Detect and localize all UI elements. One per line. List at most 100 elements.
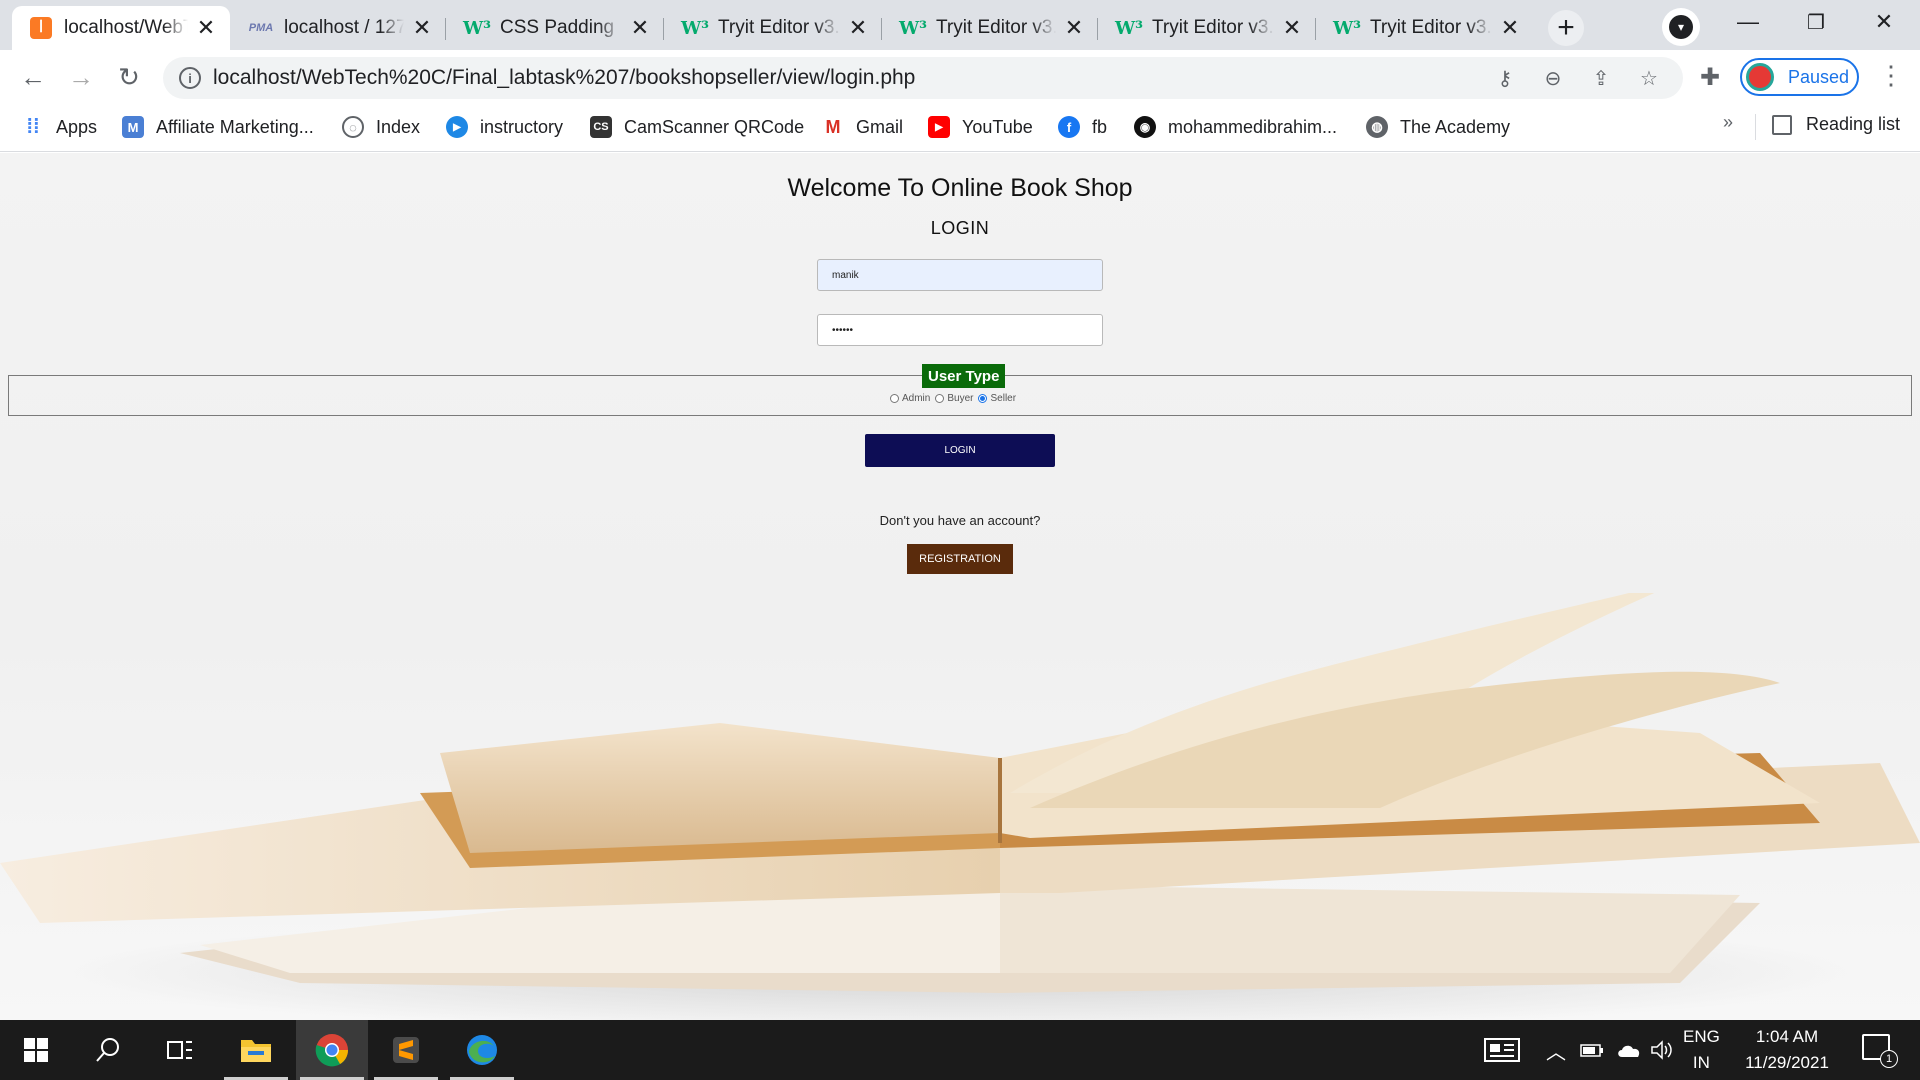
page-title: Welcome To Online Book Shop — [787, 174, 1133, 202]
bookmark-gmail[interactable]: M Gmail — [822, 114, 904, 140]
battery-icon[interactable] — [1580, 1020, 1604, 1080]
profile-button[interactable]: Paused — [1740, 58, 1859, 96]
registration-button[interactable]: REGISTRATION — [907, 544, 1013, 574]
share-icon[interactable]: ⇪ — [1589, 66, 1613, 90]
minimize-button[interactable]: — — [1716, 0, 1780, 44]
search-button[interactable] — [72, 1020, 144, 1080]
close-tab-icon[interactable]: ✕ — [196, 15, 216, 41]
taskbar-edge[interactable] — [446, 1020, 518, 1080]
tab-search-button[interactable]: ▾ — [1662, 8, 1700, 46]
radio-admin[interactable] — [890, 394, 899, 403]
tab-strip: ꟾ localhost/WebTech ✕ PMA localhost / 12… — [0, 0, 1920, 50]
bookmark-youtube[interactable]: ▶ YouTube — [928, 114, 1033, 140]
language-indicator[interactable]: ENG IN — [1683, 1024, 1720, 1076]
new-tab-button[interactable]: + — [1548, 10, 1584, 46]
browser-toolbar: ← → ↻ i localhost/WebTech%20C/Final_labt… — [0, 50, 1920, 104]
apps-grid-icon: ⁞⁞ — [26, 115, 40, 138]
cs-icon: CS — [590, 116, 612, 138]
close-window-button[interactable]: ✕ — [1852, 0, 1916, 44]
youtube-icon: ▶ — [928, 116, 950, 138]
bookmark-github[interactable]: ◉ mohammedibrahim... — [1134, 114, 1337, 140]
edge-icon — [467, 1035, 497, 1065]
user-type-legend: User Type — [922, 364, 1006, 388]
radio-seller-label: Seller — [990, 393, 1017, 404]
bookmark-apps[interactable]: ⁞⁞ Apps — [22, 114, 97, 140]
folder-icon — [241, 1040, 271, 1062]
page-content: Welcome To Online Book Shop LOGIN manik … — [0, 153, 1920, 1020]
m-icon: M — [122, 116, 144, 138]
volume-icon[interactable] — [1650, 1020, 1674, 1080]
restore-button[interactable]: ❐ — [1784, 0, 1848, 44]
w3schools-icon: W³ — [1114, 17, 1144, 39]
github-icon: ◉ — [1134, 116, 1156, 138]
chevron-down-icon: ▾ — [1669, 15, 1693, 39]
clock[interactable]: 1:04 AM 11/29/2021 — [1735, 1024, 1839, 1076]
bookmark-camscanner[interactable]: CS CamScanner QRCode — [590, 114, 804, 140]
close-tab-icon[interactable]: ✕ — [412, 15, 432, 41]
xampp-icon: ꟾ — [30, 17, 52, 39]
tab-localhost-webtech[interactable]: ꟾ localhost/WebTech ✕ — [12, 6, 230, 50]
close-tab-icon[interactable]: ✕ — [848, 15, 868, 41]
avatar — [1746, 63, 1774, 91]
radio-seller[interactable] — [978, 394, 988, 403]
phpmyadmin-icon: PMA — [248, 22, 274, 34]
close-tab-icon[interactable]: ✕ — [1282, 15, 1302, 41]
start-button[interactable] — [0, 1020, 72, 1080]
reading-list-button[interactable]: Reading list — [1772, 114, 1900, 135]
notification-count-badge: 1 — [1880, 1050, 1898, 1068]
chrome-menu-icon[interactable]: ⋮ — [1878, 60, 1904, 91]
taskbar-file-explorer[interactable] — [220, 1020, 292, 1080]
password-field[interactable]: •••••• — [817, 314, 1103, 346]
task-view-button[interactable] — [144, 1020, 216, 1080]
onedrive-cloud-icon[interactable] — [1616, 1020, 1642, 1080]
w3schools-icon: W³ — [462, 17, 492, 39]
w3schools-icon: W³ — [898, 17, 928, 39]
bookmarks-overflow-button[interactable]: » — [1723, 112, 1733, 133]
bookmark-index[interactable]: ◌ Index — [342, 114, 420, 140]
tab-tryit-3[interactable]: W³ Tryit Editor v3.7 ✕ — [1100, 6, 1316, 50]
tab-tryit-2[interactable]: W³ Tryit Editor v3.7 ✕ — [884, 6, 1098, 50]
tab-tryit-1[interactable]: W³ Tryit Editor v3.7 ✕ — [666, 6, 882, 50]
sublime-text-icon — [393, 1037, 419, 1063]
extensions-puzzle-icon[interactable]: ✚ — [1700, 63, 1720, 92]
open-books-background-image — [0, 593, 1920, 1020]
taskbar-chrome[interactable] — [296, 1020, 368, 1080]
close-tab-icon[interactable]: ✕ — [630, 15, 650, 41]
key-icon[interactable]: ⚷ — [1493, 66, 1517, 90]
radio-admin-label: Admin — [902, 393, 931, 404]
site-info-icon[interactable]: i — [179, 67, 201, 89]
user-type-radio-group: Admin Buyer Seller — [888, 393, 1019, 404]
news-widget-icon[interactable] — [1484, 1020, 1520, 1080]
tab-phpmyadmin[interactable]: PMA localhost / 127.0.0.1 ✕ — [232, 6, 446, 50]
windows-taskbar: ︿ ENG IN 1:04 AM 11/29/2021 1 — [0, 1020, 1920, 1080]
zoom-icon[interactable]: ⊖ — [1541, 66, 1565, 90]
back-button[interactable]: ← — [18, 62, 48, 92]
username-field[interactable]: manik — [817, 259, 1103, 291]
bookmark-affiliate[interactable]: M Affiliate Marketing... — [122, 114, 314, 140]
bookmark-instructory[interactable]: ▶ instructory — [446, 114, 563, 140]
close-tab-icon[interactable]: ✕ — [1064, 15, 1084, 41]
play-icon: ▶ — [446, 116, 468, 138]
bookmark-fb[interactable]: f fb — [1058, 114, 1107, 140]
chevron-up-icon[interactable]: ︿ — [1546, 1020, 1566, 1080]
bookmarks-bar: ⁞⁞ Apps M Affiliate Marketing... ◌ Index… — [0, 104, 1920, 152]
bookmark-star-icon[interactable]: ☆ — [1637, 66, 1661, 90]
address-bar[interactable]: i localhost/WebTech%20C/Final_labtask%20… — [163, 57, 1683, 99]
tab-tryit-4[interactable]: W³ Tryit Editor v3.7 ✕ — [1318, 6, 1534, 50]
chrome-icon — [315, 1034, 349, 1067]
taskbar-sublime-text[interactable] — [370, 1020, 442, 1080]
windows-logo-icon — [24, 1038, 48, 1062]
tab-css-padding[interactable]: W³ CSS Padding ✕ — [448, 6, 664, 50]
reload-button[interactable]: ↻ — [114, 62, 144, 92]
forward-button[interactable]: → — [66, 62, 96, 92]
close-tab-icon[interactable]: ✕ — [1500, 15, 1520, 41]
task-view-icon — [167, 1041, 192, 1059]
search-icon — [96, 1038, 119, 1062]
radio-buyer-label: Buyer — [947, 393, 974, 404]
radio-buyer[interactable] — [935, 394, 945, 403]
notifications-icon[interactable]: 1 — [1862, 1034, 1898, 1068]
bookmark-academy[interactable]: ◍ The Academy — [1366, 114, 1510, 140]
login-button[interactable]: LOGIN — [865, 434, 1055, 467]
no-account-text: Don't you have an account? — [879, 513, 1041, 528]
facebook-icon: f — [1058, 116, 1080, 138]
